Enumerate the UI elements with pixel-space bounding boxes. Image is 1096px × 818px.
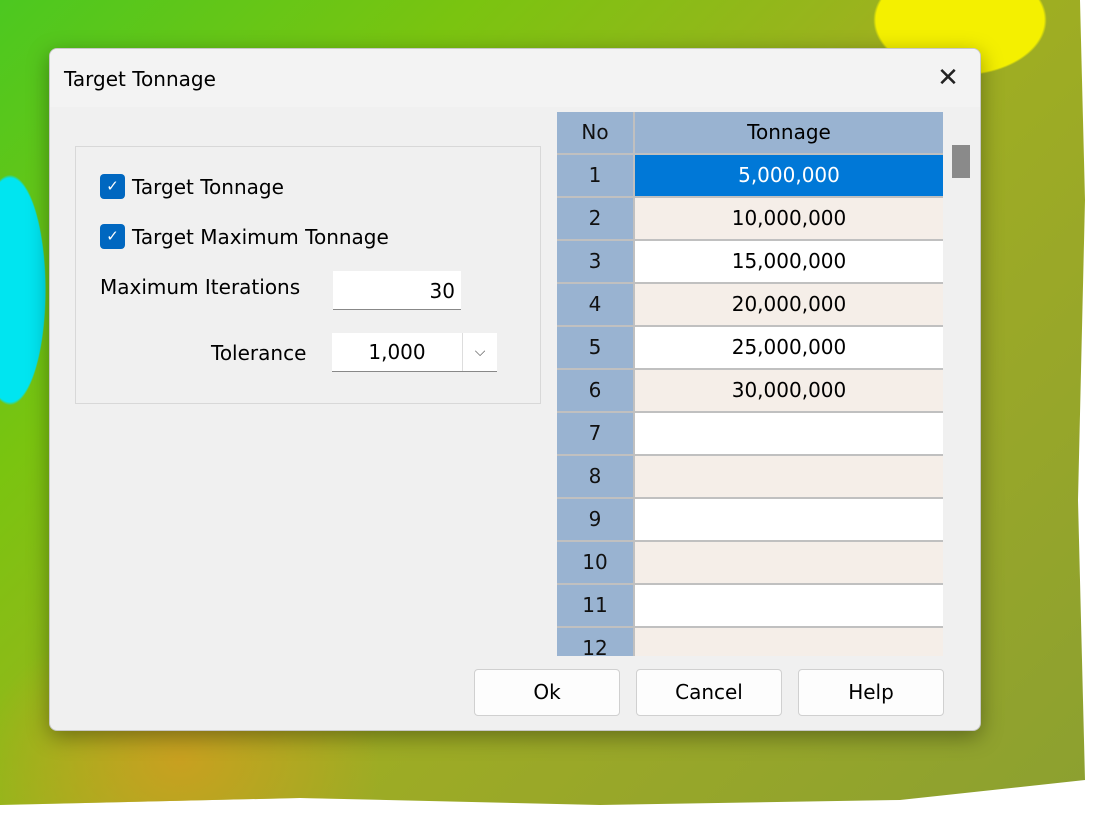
tonnage-cell[interactable] xyxy=(635,542,943,585)
cancel-button[interactable]: Cancel xyxy=(636,669,782,716)
checkmark-icon: ✓ xyxy=(100,174,125,199)
options-group: ✓ Target Tonnage ✓ Target Maximum Tonnag… xyxy=(75,146,541,404)
table-row[interactable]: 8 xyxy=(557,456,943,499)
tolerance-dropdown[interactable]: 1,000 ⌵ xyxy=(332,333,497,372)
row-number: 9 xyxy=(557,499,635,542)
ok-button[interactable]: Ok xyxy=(474,669,620,716)
row-number: 11 xyxy=(557,585,635,628)
title-bar: Target Tonnage ✕ xyxy=(50,49,980,107)
row-number: 4 xyxy=(557,284,635,327)
row-number: 1 xyxy=(557,155,635,198)
tolerance-label: Tolerance xyxy=(211,341,307,365)
table-row[interactable]: 1 5,000,000 xyxy=(557,155,943,198)
target-tonnage-dialog: Target Tonnage ✕ ✓ Target Tonnage ✓ Targ… xyxy=(49,48,981,731)
dialog-title: Target Tonnage xyxy=(64,67,216,91)
table-row[interactable]: 5 25,000,000 xyxy=(557,327,943,370)
tonnage-cell[interactable]: 30,000,000 xyxy=(635,370,943,413)
table-row[interactable]: 7 xyxy=(557,413,943,456)
row-number: 8 xyxy=(557,456,635,499)
table-row[interactable]: 11 xyxy=(557,585,943,628)
table-row[interactable]: 10 xyxy=(557,542,943,585)
table-row[interactable]: 9 xyxy=(557,499,943,542)
header-no[interactable]: No xyxy=(557,112,635,155)
row-number: 7 xyxy=(557,413,635,456)
table-row[interactable]: 2 10,000,000 xyxy=(557,198,943,241)
tonnage-cell[interactable] xyxy=(635,628,943,656)
table-row[interactable]: 3 15,000,000 xyxy=(557,241,943,284)
target-tonnage-checkbox[interactable]: ✓ Target Tonnage xyxy=(100,174,284,199)
target-max-tonnage-checkbox[interactable]: ✓ Target Maximum Tonnage xyxy=(100,224,389,249)
row-number: 5 xyxy=(557,327,635,370)
close-icon[interactable]: ✕ xyxy=(928,59,968,97)
header-tonnage[interactable]: Tonnage xyxy=(635,112,943,155)
max-iterations-input[interactable]: 30 xyxy=(333,271,461,310)
max-iterations-label: Maximum Iterations xyxy=(100,275,301,299)
checkbox-label: Target Tonnage xyxy=(132,174,284,199)
row-number: 12 xyxy=(557,628,635,656)
checkmark-icon: ✓ xyxy=(100,224,125,249)
scrollbar-thumb[interactable] xyxy=(952,145,970,178)
tonnage-cell[interactable]: 10,000,000 xyxy=(635,198,943,241)
tonnage-cell[interactable] xyxy=(635,499,943,542)
tonnage-cell[interactable]: 15,000,000 xyxy=(635,241,943,284)
tonnage-cell[interactable]: 25,000,000 xyxy=(635,327,943,370)
table-row[interactable]: 4 20,000,000 xyxy=(557,284,943,327)
tonnage-table: No Tonnage 1 5,000,000 2 10,000,000 3 15,000,… xyxy=(557,112,943,656)
tonnage-cell[interactable]: 20,000,000 xyxy=(635,284,943,327)
row-number: 2 xyxy=(557,198,635,241)
row-number: 3 xyxy=(557,241,635,284)
checkbox-label: Target Maximum Tonnage xyxy=(132,224,389,249)
table-row[interactable]: 6 30,000,000 xyxy=(557,370,943,413)
tonnage-cell[interactable] xyxy=(635,585,943,628)
row-number: 10 xyxy=(557,542,635,585)
tonnage-cell[interactable]: 5,000,000 xyxy=(635,155,943,198)
tolerance-value: 1,000 xyxy=(368,340,426,364)
tonnage-cell[interactable] xyxy=(635,456,943,499)
table-header: No Tonnage xyxy=(557,112,943,155)
help-button[interactable]: Help xyxy=(798,669,944,716)
table-row[interactable]: 12 xyxy=(557,628,943,656)
row-number: 6 xyxy=(557,370,635,413)
tonnage-cell[interactable] xyxy=(635,413,943,456)
chevron-down-icon[interactable]: ⌵ xyxy=(462,333,497,371)
